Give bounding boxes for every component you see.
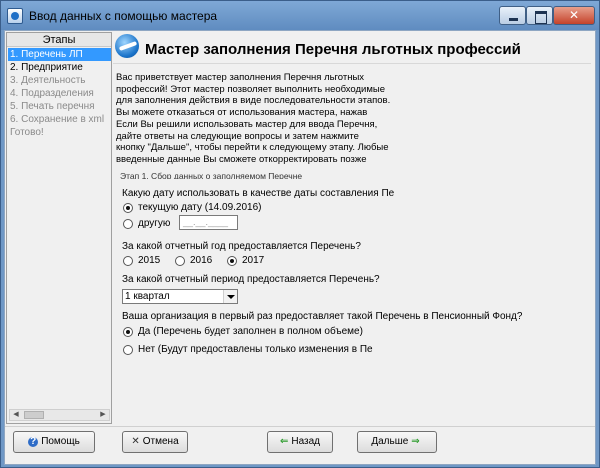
radio-year-2015[interactable] (123, 256, 133, 266)
radio-year-2015-label: 2015 (138, 255, 161, 266)
radio-first-no[interactable] (123, 345, 133, 355)
step-item[interactable]: 4. Подразделения (8, 87, 111, 100)
step-item[interactable]: 3. Деятельность (8, 74, 111, 87)
back-button[interactable]: ⇐ Назад (267, 431, 333, 453)
window-title: Ввод данных с помощью мастера (29, 9, 218, 23)
radio-year-2016[interactable] (175, 256, 185, 266)
x-icon: ✕ (131, 436, 140, 447)
cancel-button-label: Отмена (142, 436, 179, 447)
step-item[interactable]: Готово! (8, 126, 111, 139)
radio-date-other[interactable] (123, 219, 133, 229)
radio-first-yes[interactable] (123, 327, 133, 337)
step-item[interactable]: 1. Перечень ЛП (8, 48, 111, 61)
cancel-button[interactable]: ✕ Отмена (122, 431, 188, 453)
step-item[interactable]: 2. Предприятие (8, 61, 111, 74)
steps-header: Этапы (7, 33, 111, 47)
arrow-right-icon: ⇒ (411, 436, 420, 447)
chevron-down-icon[interactable] (223, 290, 237, 303)
maximize-button[interactable] (526, 6, 553, 25)
help-button[interactable]: ? Помощь (13, 431, 95, 453)
step-item[interactable]: 6. Сохранение в xml (8, 113, 111, 126)
intro-line: для заполнения действия в виде последова… (116, 95, 391, 107)
scroll-left-icon[interactable]: ◀ (10, 410, 22, 420)
radio-year-2017-label: 2017 (242, 255, 265, 266)
intro-line: введенные данные Вы сможете откорректиро… (116, 153, 367, 165)
question-year: За какой отчетный год предоставляется Пе… (122, 241, 361, 252)
client-area: Этапы 1. Перечень ЛП 2. Предприятие 3. Д… (4, 30, 596, 465)
wizard-logo-icon (115, 34, 139, 58)
header-divider (113, 63, 591, 64)
period-select[interactable]: 1 квартал (122, 289, 238, 304)
wizard-title: Мастер заполнения Перечня льготных профе… (145, 41, 521, 58)
app-icon (7, 8, 23, 24)
radio-year-2016-label: 2016 (190, 255, 213, 266)
intro-text: Вас приветствует мастер заполнения Переч… (116, 72, 436, 166)
radio-date-other-label: другую (138, 218, 171, 229)
question-circle-icon: ? (28, 436, 39, 447)
question-period: За какой отчетный период предоставляется… (122, 274, 380, 285)
back-button-label: Назад (291, 436, 321, 447)
next-button-label: Дальше (371, 436, 409, 447)
arrow-left-icon: ⇐ (279, 436, 289, 447)
intro-line: дайте ответы на следующие вопросы и зате… (116, 130, 359, 142)
intro-line: профессий! Этот мастер позволяет выполни… (116, 83, 385, 95)
intro-line: Вы можете отказаться от использования ма… (116, 107, 368, 119)
wizard-window: Ввод данных с помощью мастера ✕ Этапы 1.… (0, 0, 600, 468)
question-first-time: Ваша организация в первый раз предоставл… (122, 311, 523, 322)
intro-line: Вас приветствует мастер заполнения Переч… (116, 72, 365, 83)
steps-panel: Этапы 1. Перечень ЛП 2. Предприятие 3. Д… (6, 32, 112, 424)
stage-label: Этап 1. Сбор данных о заполняемом Перечн… (120, 172, 303, 179)
period-select-value: 1 квартал (125, 291, 170, 302)
bottom-divider (5, 426, 595, 427)
minimize-button[interactable] (499, 6, 526, 25)
radio-date-current[interactable] (123, 203, 133, 213)
intro-line: Если Вы решили использовать мастер для в… (116, 118, 378, 130)
radio-first-yes-label: Да (Перечень будет заполнен в полном объ… (138, 326, 363, 337)
radio-date-current-label: текущую дату (14.09.2016) (138, 202, 262, 213)
help-button-label: Помощь (41, 436, 80, 447)
date-other-input[interactable]: __.__.____ (179, 215, 238, 230)
steps-horizontal-scrollbar[interactable]: ◀ ▶ (9, 409, 110, 421)
question-date: Какую дату использовать в качестве даты … (122, 188, 395, 199)
radio-first-no-label: Нет (Будут предоставлены только изменени… (138, 344, 373, 355)
scroll-right-icon[interactable]: ▶ (97, 410, 109, 420)
title-bar[interactable]: Ввод данных с помощью мастера ✕ (1, 1, 599, 30)
intro-line: кнопку "Дальше", чтобы перейти к следующ… (116, 142, 389, 154)
close-button[interactable]: ✕ (553, 6, 595, 25)
step-item[interactable]: 5. Печать перечня (8, 100, 111, 113)
scroll-thumb[interactable] (24, 411, 44, 419)
next-button[interactable]: Дальше ⇒ (357, 431, 437, 453)
radio-year-2017[interactable] (227, 256, 237, 266)
